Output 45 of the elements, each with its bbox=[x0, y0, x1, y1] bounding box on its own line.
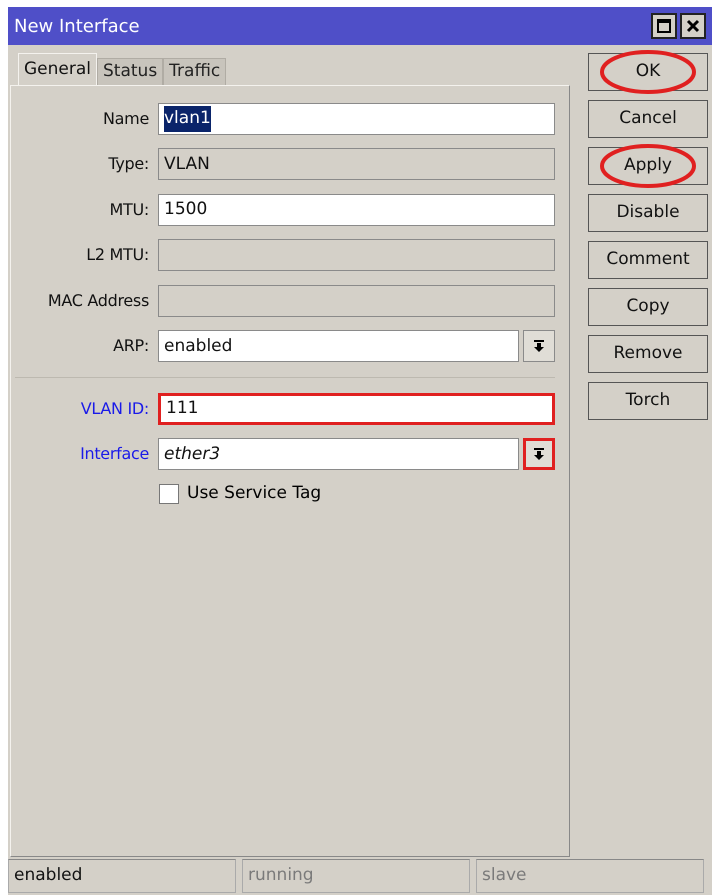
tab[interactable]: General bbox=[18, 53, 97, 85]
field-value: VLAN bbox=[164, 152, 210, 176]
field-value: 111 bbox=[166, 397, 198, 420]
status-cell: enabled bbox=[8, 859, 236, 893]
input-field[interactable]: 111 bbox=[158, 392, 555, 425]
field-label: VLAN ID: bbox=[80, 398, 150, 420]
dropdown-arrow-icon bbox=[534, 448, 544, 460]
checkbox-label: Use Service Tag bbox=[187, 482, 322, 506]
field-label: Name bbox=[102, 108, 150, 130]
tab[interactable]: Status bbox=[97, 58, 164, 85]
field-label: MAC Address bbox=[46, 290, 150, 312]
status-cell: slave bbox=[476, 859, 704, 893]
dialog-button[interactable]: Cancel bbox=[588, 100, 708, 138]
dropdown-field[interactable]: enabled bbox=[158, 330, 519, 362]
input-field[interactable] bbox=[158, 284, 555, 317]
close-icon bbox=[686, 19, 700, 33]
field-value: enabled bbox=[164, 334, 232, 358]
input-field[interactable] bbox=[158, 239, 555, 272]
input-field[interactable]: vlan1 bbox=[158, 102, 555, 135]
close-button[interactable] bbox=[680, 13, 706, 39]
maximize-icon bbox=[657, 19, 671, 33]
field-label: Type: bbox=[107, 153, 150, 176]
dropdown-field[interactable]: ether3 bbox=[158, 438, 519, 470]
dialog-button[interactable]: Comment bbox=[588, 241, 708, 279]
field-label: MTU: bbox=[108, 198, 150, 221]
checkbox[interactable] bbox=[159, 484, 179, 504]
dialog-button[interactable]: Torch bbox=[588, 382, 708, 420]
window-title: New Interface bbox=[14, 14, 140, 38]
field-label: ARP: bbox=[112, 335, 150, 358]
field-value: ether3 bbox=[164, 442, 220, 466]
dropdown-button[interactable] bbox=[523, 330, 555, 362]
field-value: 1500 bbox=[164, 198, 208, 221]
field-value: vlan1 bbox=[164, 106, 211, 132]
maximize-button[interactable] bbox=[651, 13, 677, 39]
status-cell: running bbox=[242, 859, 470, 893]
field-label: Interface bbox=[79, 443, 150, 466]
dropdown-button[interactable] bbox=[523, 438, 555, 470]
tab[interactable]: Traffic bbox=[163, 58, 226, 85]
field-label: L2 MTU: bbox=[85, 244, 150, 266]
dropdown-arrow-icon bbox=[534, 340, 544, 352]
dialog-button[interactable]: Disable bbox=[588, 194, 708, 232]
input-field[interactable]: VLAN bbox=[158, 148, 555, 180]
dialog-button[interactable]: Remove bbox=[588, 335, 708, 373]
dialog-button[interactable]: Copy bbox=[588, 288, 708, 326]
input-field[interactable]: 1500 bbox=[158, 194, 555, 226]
